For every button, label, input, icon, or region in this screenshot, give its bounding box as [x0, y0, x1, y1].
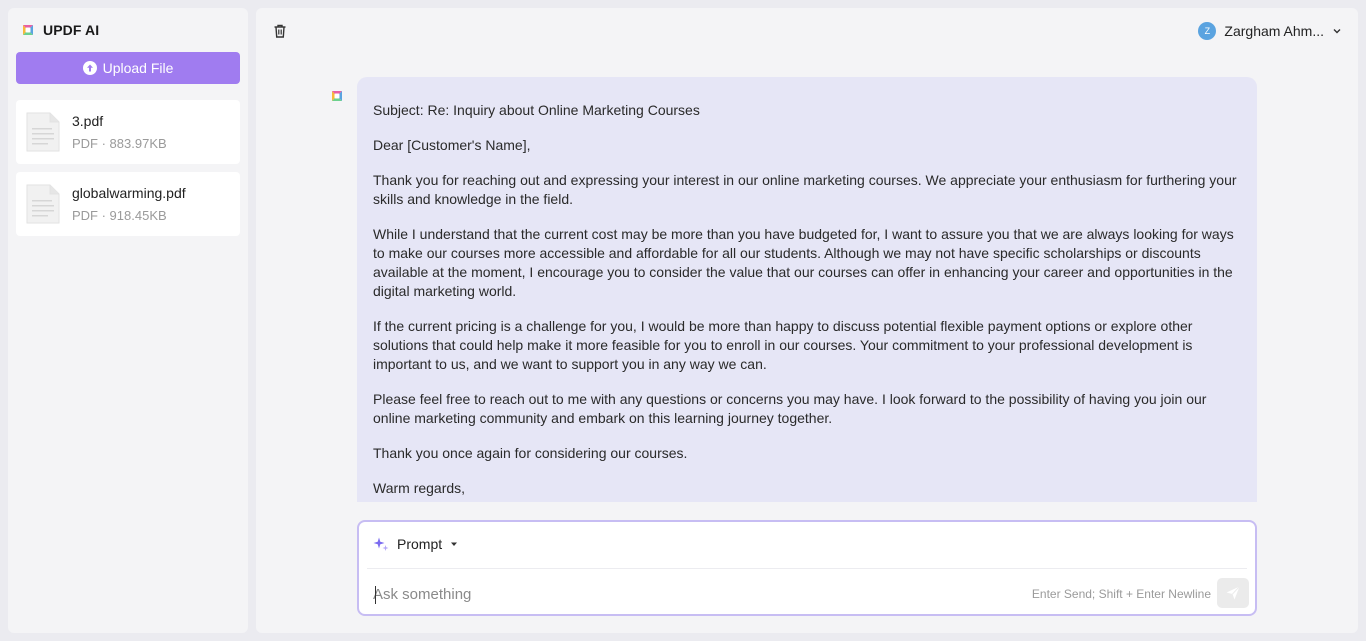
file-name: 3.pdf [72, 113, 104, 129]
upload-file-label: Upload File [102, 60, 174, 76]
avatar: Z [1198, 22, 1217, 40]
trash-icon[interactable] [272, 23, 288, 39]
file-meta: PDF · 918.45KB [72, 208, 167, 223]
keyboard-hint: Enter Send; Shift + Enter Newline [1031, 587, 1211, 601]
updf-logo-icon [23, 25, 33, 35]
file-name: globalwarming.pdf [72, 185, 186, 201]
message-paragraph: Thank you once again for considering our… [373, 445, 688, 461]
chevron-down-icon [1333, 29, 1341, 34]
caret-down-icon [451, 542, 458, 546]
user-name: Zargham Ahm... [1224, 23, 1324, 39]
file-item[interactable]: globalwarming.pdf PDF · 918.45KB [16, 172, 240, 236]
brand: UPDF AI [20, 22, 99, 38]
prompt-mode-dropdown[interactable]: Prompt [373, 536, 458, 552]
message-paragraph: Warm regards, [373, 480, 466, 496]
ai-message-bubble: Subject: Re: Inquiry about Online Market… [357, 77, 1257, 502]
sidebar: UPDF AI Upload File 3.pdf PDF · 883.97KB [8, 8, 248, 633]
message-paragraph: Dear [Customer's Name], [373, 137, 531, 153]
prompt-mode-label: Prompt [397, 536, 443, 552]
app-name: UPDF AI [43, 22, 100, 38]
file-meta: PDF · 883.97KB [72, 136, 167, 151]
file-item[interactable]: 3.pdf PDF · 883.97KB [16, 100, 240, 164]
divider [367, 568, 1247, 569]
ask-input[interactable] [373, 582, 973, 606]
chat-panel: Z Zargham Ahm... Subject: Re: Inquiry ab… [256, 8, 1358, 633]
message-paragraph: If the current pricing is a challenge fo… [373, 318, 1193, 372]
message-paragraph: Please feel free to reach out to me with… [373, 391, 1207, 426]
document-icon [26, 184, 60, 224]
upload-file-button[interactable]: Upload File [16, 52, 240, 84]
sparkle-icon [373, 537, 389, 551]
send-button[interactable] [1217, 578, 1249, 608]
message-paragraph: Thank you for reaching out and expressin… [373, 172, 1237, 207]
ai-avatar-icon [332, 91, 342, 101]
upload-icon [82, 61, 97, 75]
user-menu[interactable]: Z Zargham Ahm... [1198, 22, 1342, 40]
document-icon [26, 112, 60, 152]
message-paragraph: Subject: Re: Inquiry about Online Market… [373, 102, 700, 118]
message-paragraph: While I understand that the current cost… [373, 226, 1234, 299]
send-icon [1226, 586, 1240, 600]
composer: Prompt Enter Send; Shift + Enter Newline [357, 520, 1257, 616]
text-cursor [375, 586, 376, 604]
